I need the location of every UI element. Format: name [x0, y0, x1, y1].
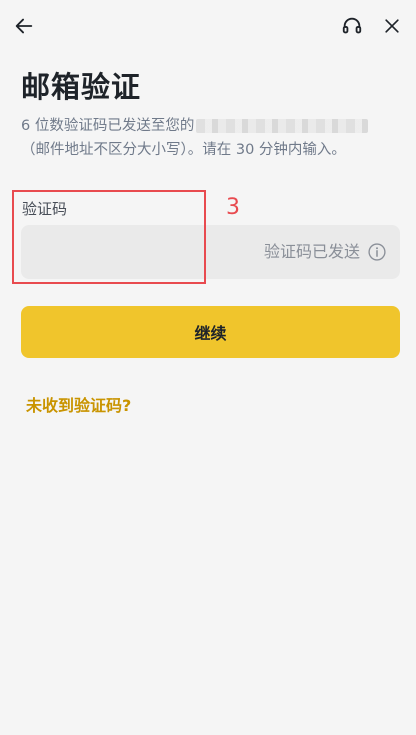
description: 6 位数验证码已发送至您的 （邮件地址不区分大小写）。请在 30 分钟内输入。: [21, 114, 401, 162]
code-not-received-link[interactable]: 未收到验证码?: [26, 392, 131, 416]
close-button[interactable]: [378, 12, 406, 40]
back-button[interactable]: [10, 12, 38, 40]
top-bar: [0, 0, 416, 52]
masked-email: [196, 119, 369, 133]
info-icon[interactable]: [366, 241, 388, 263]
arrow-left-icon: [15, 18, 33, 34]
page-title: 邮箱验证: [21, 70, 142, 104]
annotation-number: 3: [226, 195, 240, 220]
continue-button[interactable]: 继续: [21, 306, 400, 358]
headset-icon: [342, 17, 362, 34]
support-button[interactable]: [338, 12, 366, 40]
code-sent-status: 验证码已发送: [263, 242, 360, 261]
description-line-1: 6 位数验证码已发送至您的: [21, 118, 195, 134]
close-icon: [385, 19, 399, 33]
description-line-2: （邮件地址不区分大小写）。请在 30 分钟内输入。: [21, 142, 346, 158]
annotation-highlight-box: [12, 190, 206, 284]
